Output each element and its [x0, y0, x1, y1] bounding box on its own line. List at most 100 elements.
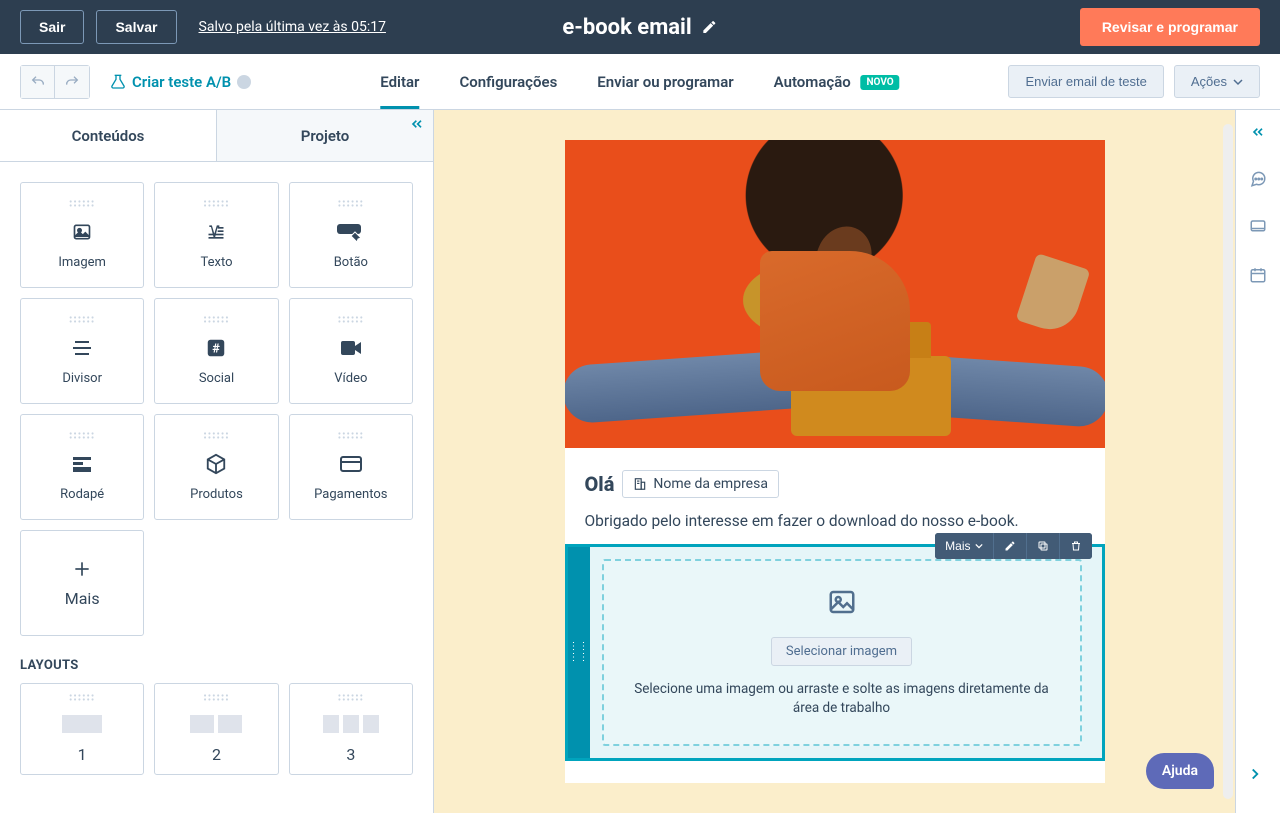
tab-automation[interactable]: Automação NOVO — [774, 56, 900, 108]
novo-badge: NOVO — [860, 75, 899, 90]
side-content: •••••••••••• Imagem •••••••••••• Texto •… — [0, 162, 433, 813]
module-toolbar: Mais — [935, 533, 1091, 559]
drag-dots-icon: •••••••••••• — [338, 201, 364, 209]
module-image[interactable]: •••••••••••• Imagem — [20, 182, 144, 288]
undo-redo-group — [20, 65, 90, 99]
edit-module-button[interactable] — [994, 533, 1027, 559]
module-products-label: Produtos — [190, 487, 243, 502]
layout-preview — [190, 715, 242, 733]
pencil-icon — [1004, 540, 1016, 552]
clone-module-button[interactable] — [1027, 533, 1060, 559]
layout-2-label: 2 — [212, 745, 221, 764]
email-title: e-book email — [562, 15, 691, 40]
greeting-text: Olá — [585, 472, 615, 496]
select-image-button[interactable]: Selecionar imagem — [771, 637, 912, 666]
social-icon: # — [205, 335, 227, 361]
layout-1col[interactable]: •••••••••••• 1 — [20, 683, 144, 775]
actions-dropdown[interactable]: Ações — [1174, 65, 1260, 98]
topbar-left: Sair Salvar Salvo pela última vez às 05:… — [20, 10, 386, 44]
svg-text:#: # — [213, 341, 221, 356]
tab-edit[interactable]: Editar — [380, 56, 419, 108]
main-tabs: Editar Configurações Enviar ou programar… — [380, 56, 899, 108]
dropzone-text: Selecione uma imagem ou arraste e solte … — [624, 680, 1060, 718]
hero-image[interactable] — [565, 140, 1105, 448]
layout-2col[interactable]: •••••••••••• 2 — [154, 683, 278, 775]
second-bar: Criar teste A/B Editar Configurações Env… — [0, 54, 1280, 110]
tab-settings[interactable]: Configurações — [459, 56, 557, 108]
review-schedule-button[interactable]: Revisar e programar — [1080, 8, 1260, 46]
ab-test-link[interactable]: Criar teste A/B — [110, 73, 251, 91]
sidebar-left: Conteúdos Projeto •••••••••••• Imagem ••… — [0, 110, 434, 813]
text-icon — [204, 219, 228, 245]
chevron-down-icon — [1233, 77, 1243, 87]
module-products[interactable]: •••••••••••• Produtos — [154, 414, 278, 520]
module-footer[interactable]: •••••••••••• Rodapé — [20, 414, 144, 520]
right-rail — [1236, 110, 1280, 813]
collapse-sidebar-icon[interactable] — [409, 116, 425, 132]
module-text[interactable]: •••••••••••• Texto — [154, 182, 278, 288]
send-test-button[interactable]: Enviar email de teste — [1008, 65, 1163, 98]
more-label: Mais — [945, 539, 970, 553]
workspace: Conteúdos Projeto •••••••••••• Imagem ••… — [0, 110, 1280, 813]
module-image-label: Imagem — [58, 255, 106, 270]
module-video-label: Vídeo — [334, 371, 367, 386]
module-social[interactable]: •••••••••••• # Social — [154, 298, 278, 404]
title-center: e-book email — [562, 15, 717, 40]
email-body: Olá Nome da empresa Obrigado pelo intere… — [565, 448, 1105, 783]
company-token-label: Nome da empresa — [653, 476, 768, 492]
module-divider[interactable]: •••••••••••• Divisor — [20, 298, 144, 404]
side-tab-contents[interactable]: Conteúdos — [0, 110, 216, 161]
trash-icon — [1070, 540, 1082, 552]
info-icon — [237, 75, 251, 89]
drag-dots-icon: •••••••••••• — [338, 695, 364, 703]
image-dropzone[interactable]: Selecionar imagem Selecione uma imagem o… — [602, 559, 1082, 746]
thanks-text[interactable]: Obrigado pelo interesse em fazer o downl… — [585, 512, 1085, 530]
layout-preview — [62, 715, 102, 733]
module-payments[interactable]: •••••••••••• Pagamentos — [289, 414, 413, 520]
email-preview: Olá Nome da empresa Obrigado pelo intere… — [565, 140, 1105, 783]
module-video[interactable]: •••••••••••• Vídeo — [289, 298, 413, 404]
calendar-icon[interactable] — [1249, 266, 1267, 284]
image-module-selected[interactable]: ⋮⋮⋮⋮ Mais Selecionar — [565, 544, 1105, 761]
module-more[interactable]: Mais — [20, 530, 144, 636]
chevron-down-icon — [975, 542, 983, 550]
drag-dots-icon: •••••••••••• — [203, 317, 229, 325]
comments-icon[interactable] — [1249, 170, 1267, 188]
module-button[interactable]: •••••••••••• Botão — [289, 182, 413, 288]
drag-dots-icon: •••••••••••• — [69, 201, 95, 209]
tab-send[interactable]: Enviar ou programar — [597, 56, 733, 108]
canvas[interactable]: Olá Nome da empresa Obrigado pelo intere… — [434, 110, 1236, 813]
help-button[interactable]: Ajuda — [1146, 753, 1214, 789]
image-placeholder-icon — [624, 587, 1060, 625]
save-button[interactable]: Salvar — [96, 10, 176, 44]
more-menu-button[interactable]: Mais — [935, 533, 993, 559]
drag-handle[interactable]: ⋮⋮⋮⋮ — [568, 547, 590, 758]
exit-button[interactable]: Sair — [20, 10, 84, 44]
desktop-preview-icon[interactable] — [1249, 218, 1267, 236]
copy-icon — [1037, 540, 1049, 552]
layout-grid: •••••••••••• 1 •••••••••••• 2 ••••••••••… — [20, 683, 413, 775]
side-tab-design[interactable]: Projeto — [216, 110, 433, 161]
company-token[interactable]: Nome da empresa — [622, 470, 779, 498]
flask-icon — [110, 74, 126, 90]
layout-3col[interactable]: •••••••••••• 3 — [289, 683, 413, 775]
drag-dots-icon: •••••••••••• — [203, 695, 229, 703]
drag-dots-icon: •••••••••••• — [203, 433, 229, 441]
divider-icon — [71, 335, 93, 361]
expand-right-icon[interactable] — [1246, 765, 1264, 783]
drag-dots-icon: •••••••••••• — [203, 201, 229, 209]
top-bar: Sair Salvar Salvo pela última vez às 05:… — [0, 0, 1280, 54]
layout-3-label: 3 — [346, 745, 355, 764]
last-saved-link[interactable]: Salvo pela última vez às 05:17 — [199, 19, 386, 35]
collapse-right-icon[interactable] — [1250, 124, 1266, 140]
button-icon — [337, 219, 365, 245]
footer-icon — [71, 451, 93, 477]
drag-dots-icon: •••••••••••• — [69, 695, 95, 703]
drag-dots-icon: •••••••••••• — [69, 317, 95, 325]
delete-module-button[interactable] — [1060, 533, 1092, 559]
pencil-icon[interactable] — [702, 19, 718, 35]
undo-button[interactable] — [21, 66, 55, 98]
redo-button[interactable] — [55, 66, 89, 98]
ab-test-label: Criar teste A/B — [132, 73, 231, 91]
canvas-scrollbar[interactable] — [1223, 124, 1233, 799]
